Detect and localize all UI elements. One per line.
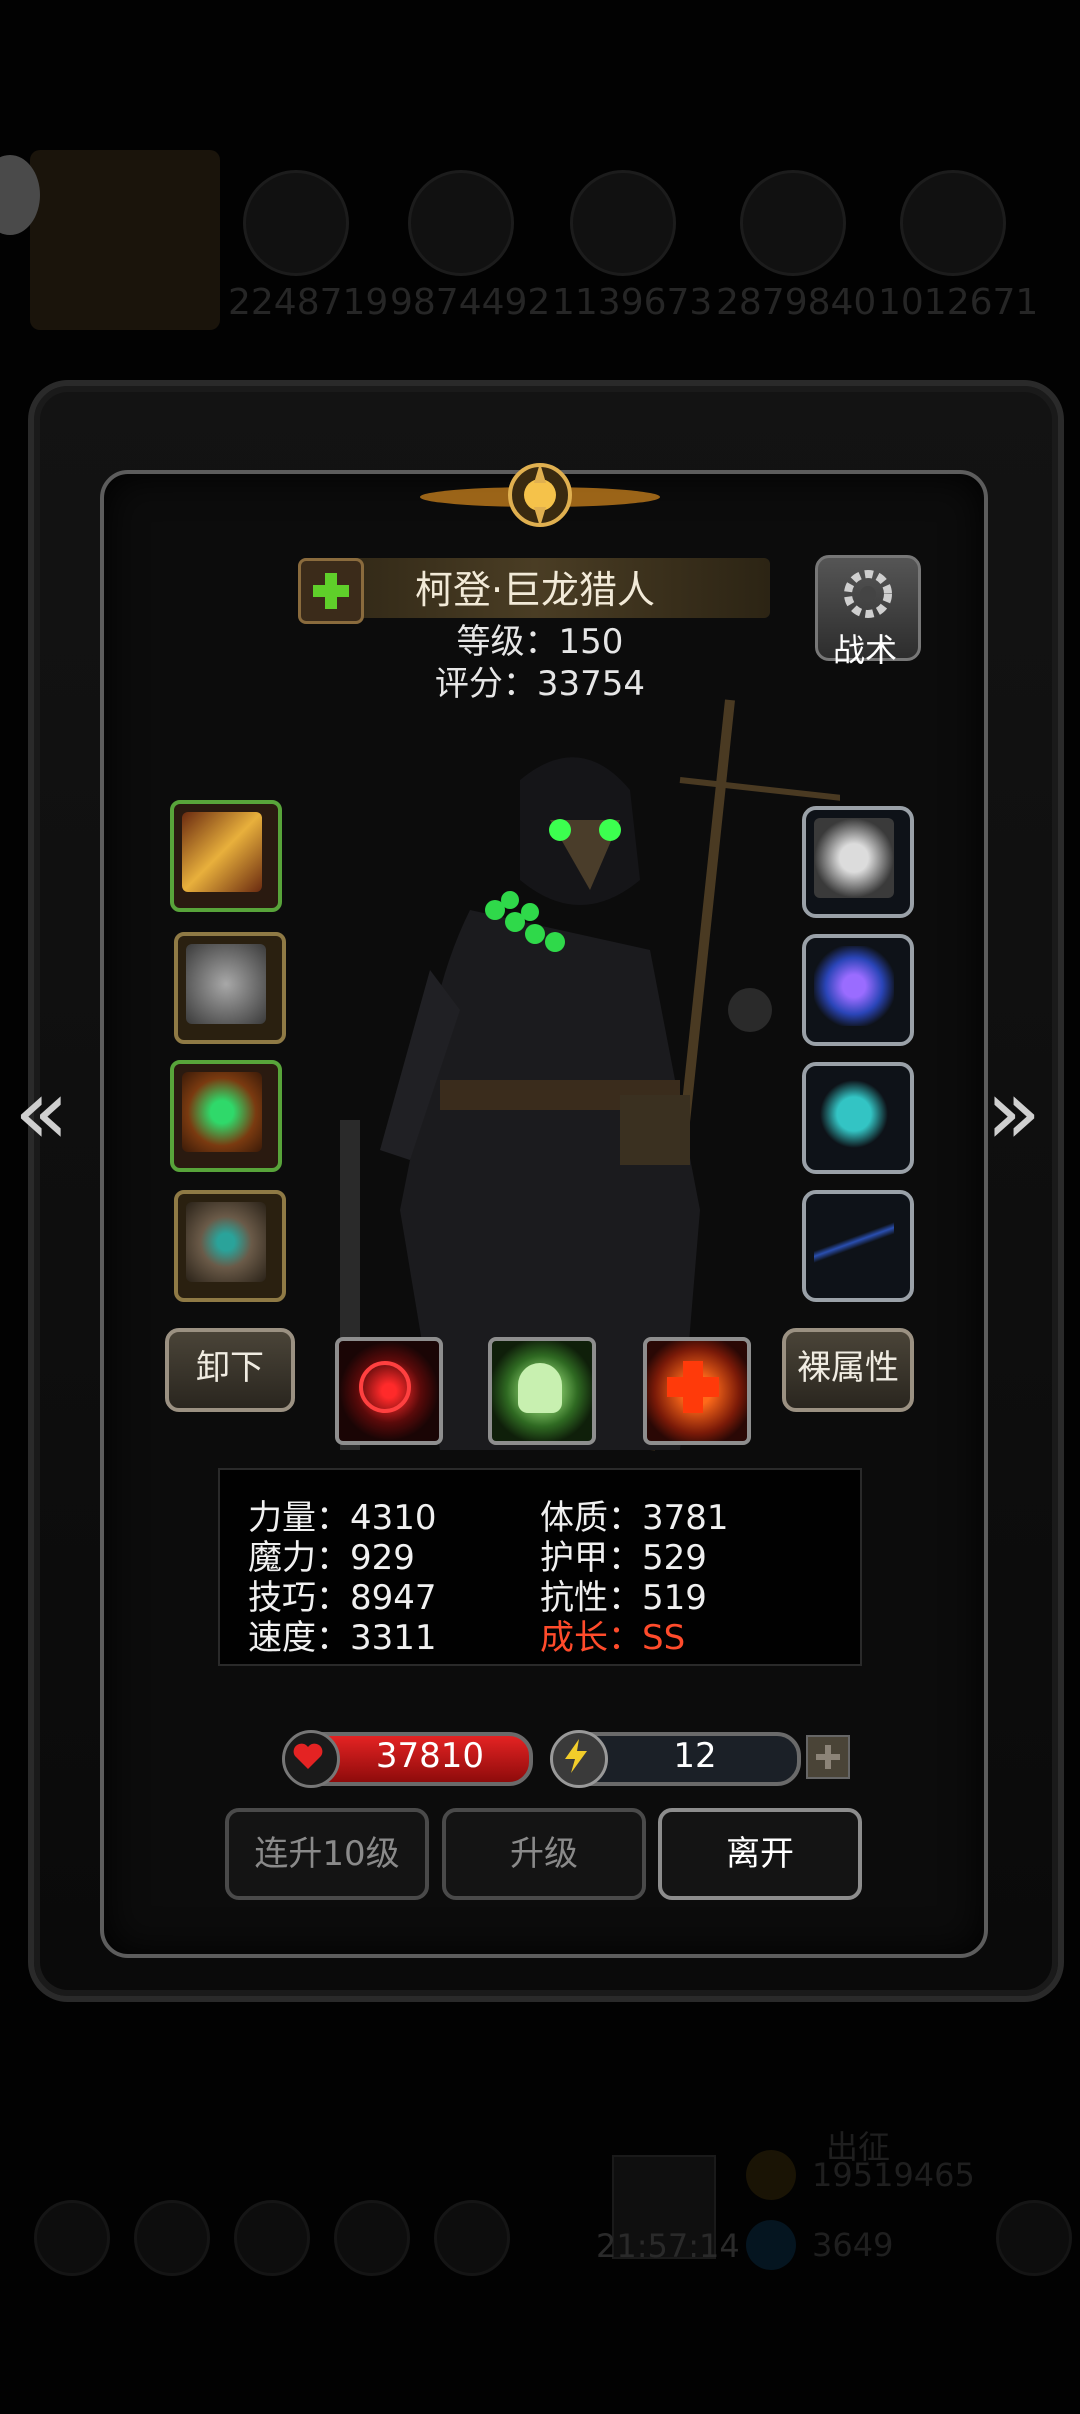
resource-count: 9874492: [390, 282, 551, 323]
hero-name: 柯登·巨龙猎人: [414, 568, 656, 612]
accessory-slot[interactable]: [802, 1190, 914, 1302]
prev-hero-arrow[interactable]: «: [14, 1060, 69, 1165]
gem-count: 3649: [812, 2226, 894, 2264]
golden-rifle-icon: [182, 812, 262, 892]
clock: 21:57:14: [596, 2227, 740, 2265]
hp-value: 37810: [375, 1736, 485, 1776]
stat-speed: 速度：3311: [248, 1618, 437, 1658]
menu-icon: [134, 2200, 210, 2276]
menu-icon: [34, 2200, 110, 2276]
gold-icon: [746, 2150, 796, 2200]
add-energy-button[interactable]: [806, 1735, 850, 1779]
menu-icon: [234, 2200, 310, 2276]
resource-icon: [900, 170, 1006, 276]
resource-count: 2248719: [228, 282, 389, 323]
skill-slot[interactable]: [643, 1337, 751, 1445]
accessory-slot[interactable]: [802, 806, 914, 918]
resource-icon: [243, 170, 349, 276]
sun-emblem-icon: [420, 463, 660, 527]
resource-count: 1139673: [552, 282, 713, 323]
resource-icon: [740, 170, 846, 276]
dim-avatar: [30, 150, 220, 330]
armor-slot[interactable]: [174, 932, 286, 1044]
menu-icon: [334, 2200, 410, 2276]
next-hero-arrow[interactable]: »: [986, 1060, 1041, 1165]
stat-growth: 成长：SS: [540, 1618, 686, 1658]
unequip-button[interactable]: 卸下: [165, 1328, 295, 1412]
accessory-slot[interactable]: [802, 934, 914, 1046]
resource-icon: [570, 170, 676, 276]
energy-value: 12: [673, 1736, 717, 1776]
resource-count: 2879840: [716, 282, 877, 323]
blue-feather-icon: [814, 1202, 894, 1282]
gear-icon: [844, 570, 892, 618]
cloud-icon: [814, 818, 894, 898]
resource-count: 1012671: [878, 282, 1039, 323]
ring-slot[interactable]: [174, 1190, 286, 1302]
menu-icon: [434, 2200, 510, 2276]
tactics-label: 战术: [832, 631, 897, 669]
amulet-slot[interactable]: [170, 1060, 282, 1172]
skull-skill-icon: [518, 1363, 562, 1413]
naked-stats-button[interactable]: 裸属性: [782, 1328, 914, 1412]
emerald-amulet-icon: [182, 1072, 262, 1152]
cross-skill-icon: [667, 1361, 719, 1413]
heart-icon: [282, 1730, 340, 1788]
gold-count: 19519465: [812, 2156, 975, 2194]
cyan-stone-icon: [814, 1074, 894, 1154]
menu-icon: [996, 2200, 1072, 2276]
skill-slot[interactable]: [488, 1337, 596, 1445]
gem-icon: [746, 2220, 796, 2270]
ring-icon: [186, 1202, 266, 1282]
blue-crystal-icon: [814, 946, 894, 1026]
crosshair-skill-icon: [359, 1361, 411, 1413]
weapon-slot[interactable]: [170, 800, 282, 912]
level-up-button[interactable]: 升级: [442, 1808, 646, 1900]
resource-icon: [408, 170, 514, 276]
skill-slot[interactable]: [335, 1337, 443, 1445]
accessory-slot[interactable]: [802, 1062, 914, 1174]
armor-icon: [186, 944, 266, 1024]
leave-button[interactable]: 离开: [658, 1808, 862, 1900]
level-up-10-button[interactable]: 连升10级: [225, 1808, 429, 1900]
